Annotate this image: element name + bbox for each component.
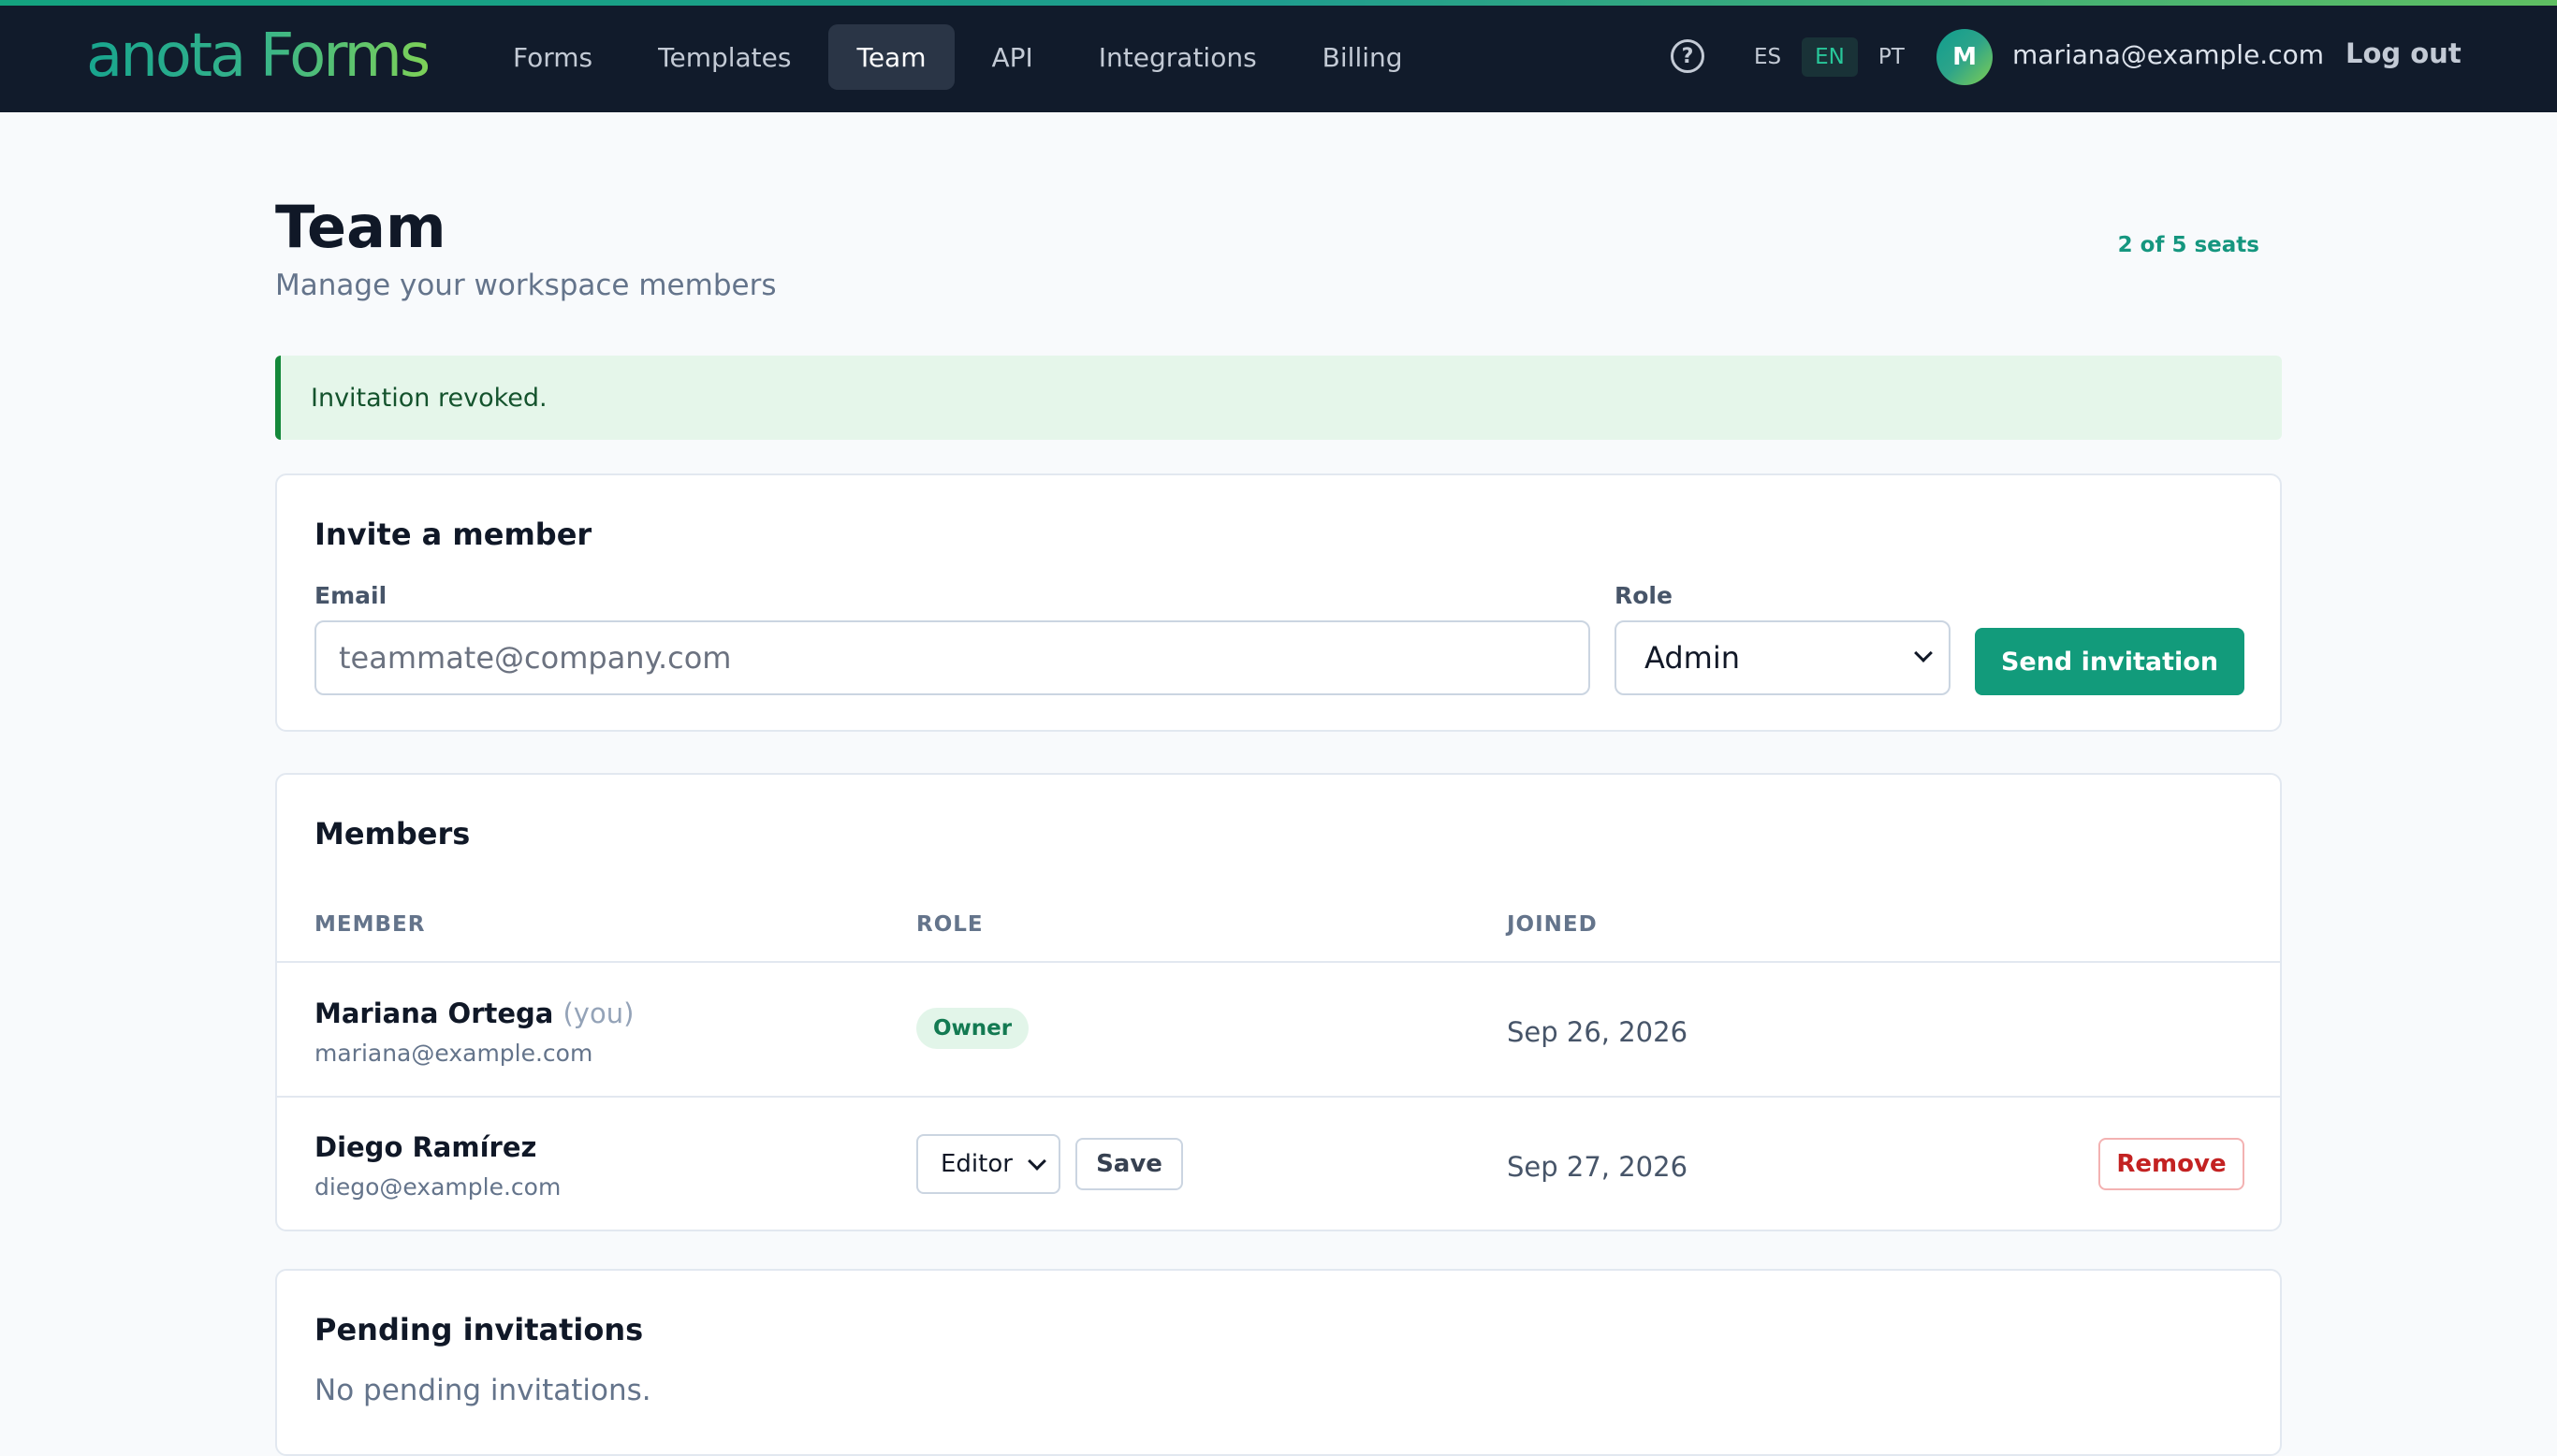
member-name: Mariana Ortega (you) bbox=[314, 997, 634, 1029]
pending-empty-message: No pending invitations. bbox=[314, 1374, 651, 1407]
member-name-text: Mariana Ortega bbox=[314, 997, 554, 1029]
invite-card-title: Invite a member bbox=[314, 517, 592, 552]
save-role-button[interactable]: Save bbox=[1075, 1138, 1183, 1190]
role-label: Role bbox=[1615, 582, 1673, 609]
invite-email-input[interactable] bbox=[314, 620, 1590, 695]
members-card-title: Members bbox=[314, 816, 471, 852]
send-invitation-button[interactable]: Send invitation bbox=[1975, 628, 2244, 695]
success-alert: Invitation revoked. bbox=[275, 356, 2282, 440]
invite-role-select[interactable]: Admin bbox=[1615, 620, 1951, 695]
page-title: Team bbox=[275, 193, 446, 261]
member-email: mariana@example.com bbox=[314, 1040, 593, 1067]
logout-button[interactable]: Log out bbox=[2345, 37, 2462, 69]
main-nav: Forms Templates Team API Integrations Bi… bbox=[485, 24, 1431, 90]
table-row-divider bbox=[277, 1096, 2280, 1098]
email-label: Email bbox=[314, 582, 387, 609]
member-email: diego@example.com bbox=[314, 1173, 562, 1201]
nav-team[interactable]: Team bbox=[828, 24, 955, 90]
invite-member-card: Invite a member Email Role Admin Send in… bbox=[275, 473, 2282, 732]
nav-integrations[interactable]: Integrations bbox=[1071, 24, 1285, 90]
page-subtitle: Manage your workspace members bbox=[275, 269, 777, 302]
nav-billing[interactable]: Billing bbox=[1294, 24, 1431, 90]
you-tag: (you) bbox=[563, 997, 635, 1029]
member-joined-date: Sep 26, 2026 bbox=[1507, 1016, 1688, 1048]
anota-forms-logo[interactable]: anota Forms bbox=[86, 22, 431, 90]
column-header-member: MEMBER bbox=[314, 912, 426, 937]
lang-es[interactable]: ES bbox=[1741, 37, 1794, 77]
nav-forms[interactable]: Forms bbox=[485, 24, 621, 90]
top-navigation-bar: anota Forms Forms Templates Team API Int… bbox=[0, 0, 2557, 112]
alert-message: Invitation revoked. bbox=[311, 383, 548, 413]
remove-member-button[interactable]: Remove bbox=[2098, 1138, 2244, 1190]
column-header-role: ROLE bbox=[916, 912, 984, 937]
chevron-down-icon bbox=[1028, 1152, 1046, 1171]
topbar-accent-stripe bbox=[0, 0, 2557, 6]
seat-usage: 2 of 5 seats bbox=[2117, 233, 2259, 257]
help-circle-icon[interactable]: ? bbox=[1671, 39, 1704, 73]
lang-en[interactable]: EN bbox=[1802, 37, 1858, 77]
chevron-down-icon bbox=[1914, 644, 1933, 662]
user-email[interactable]: mariana@example.com bbox=[2012, 39, 2324, 70]
member-joined-date: Sep 27, 2026 bbox=[1507, 1151, 1688, 1183]
lang-pt[interactable]: PT bbox=[1865, 37, 1918, 77]
member-role-value: Editor bbox=[941, 1150, 1013, 1178]
language-switcher: ES EN PT bbox=[1741, 37, 1918, 77]
member-name: Diego Ramírez bbox=[314, 1131, 537, 1163]
table-header-divider bbox=[277, 961, 2280, 963]
nav-api[interactable]: API bbox=[964, 24, 1061, 90]
user-avatar[interactable]: M bbox=[1936, 29, 1993, 85]
column-header-joined: JOINED bbox=[1507, 912, 1598, 937]
members-card: Members MEMBER ROLE JOINED Mariana Orteg… bbox=[275, 773, 2282, 1231]
pending-invitations-card: Pending invitations No pending invitatio… bbox=[275, 1269, 2282, 1456]
role-select-value: Admin bbox=[1644, 640, 1740, 676]
owner-role-badge: Owner bbox=[916, 1008, 1029, 1049]
nav-templates[interactable]: Templates bbox=[630, 24, 819, 90]
member-role-select[interactable]: Editor bbox=[916, 1134, 1060, 1194]
pending-card-title: Pending invitations bbox=[314, 1312, 644, 1347]
